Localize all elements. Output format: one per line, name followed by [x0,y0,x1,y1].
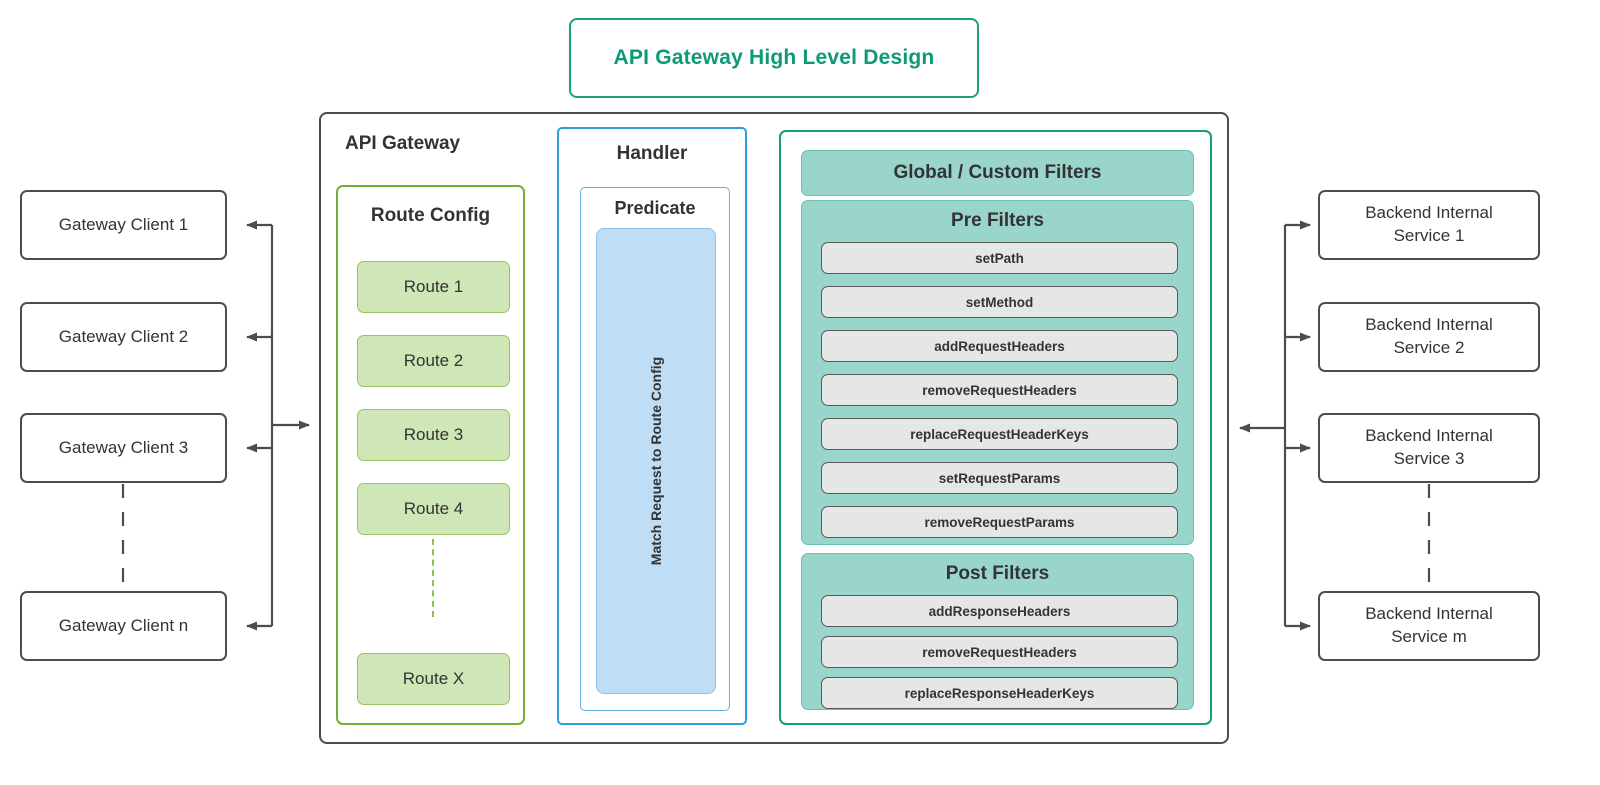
diagram-canvas: API Gateway High Level Design Gateway Cl… [0,0,1600,785]
route-item-x[interactable]: Route X [357,653,510,705]
backend-service-m[interactable]: Backend Internal Service m [1318,591,1540,661]
backend-service-3-label: Backend Internal Service 3 [1365,425,1493,471]
pre-filter-remove-request-headers-label: removeRequestHeaders [922,382,1077,398]
backend-service-1[interactable]: Backend Internal Service 1 [1318,190,1540,260]
backend-service-m-line1: Backend Internal [1365,604,1493,624]
post-filter-add-response-headers-label: addResponseHeaders [928,603,1071,619]
global-custom-filters-panel: Global / Custom Filters [801,150,1194,196]
backend-service-3-line2: Service 3 [1393,449,1465,468]
pre-filter-remove-request-params[interactable]: removeRequestParams [821,506,1178,538]
backend-service-3-line1: Backend Internal [1365,426,1493,446]
pre-filter-add-request-headers[interactable]: addRequestHeaders [821,330,1178,362]
pre-filter-replace-request-header-keys-label: replaceRequestHeaderKeys [910,426,1089,442]
handler-title: Handler [616,143,688,164]
pre-filter-add-request-headers-label: addRequestHeaders [934,338,1065,354]
route-continuation-dashed-line [432,539,434,617]
route-item-1[interactable]: Route 1 [357,261,510,313]
gateway-client-3-label: Gateway Client 3 [58,437,189,457]
post-filter-add-response-headers[interactable]: addResponseHeaders [821,595,1178,627]
predicate-title: Predicate [614,198,696,218]
predicate-match-label: Match Request to Route Config [648,356,664,566]
filters-container: Global / Custom Filters Pre Filters setP… [779,130,1212,725]
backend-service-1-line2: Service 1 [1393,226,1465,245]
pre-filter-set-request-params[interactable]: setRequestParams [821,462,1178,494]
handler-panel: Handler Predicate Match Request to Route… [557,127,747,725]
diagram-title-box: API Gateway High Level Design [569,18,979,98]
post-filters-panel: Post Filters addResponseHeaders removeRe… [801,553,1194,710]
backend-service-1-line1: Backend Internal [1365,203,1493,223]
backend-service-m-label: Backend Internal Service m [1365,603,1493,649]
backend-service-2-label: Backend Internal Service 2 [1365,314,1493,360]
backend-service-2-line2: Service 2 [1393,338,1465,357]
gateway-client-2[interactable]: Gateway Client 2 [20,302,227,372]
pre-filter-remove-request-params-label: removeRequestParams [924,514,1075,530]
pre-filter-replace-request-header-keys[interactable]: replaceRequestHeaderKeys [821,418,1178,450]
pre-filters-panel: Pre Filters setPath setMethod addRequest… [801,200,1194,545]
pre-filter-set-path[interactable]: setPath [821,242,1178,274]
gateway-client-3[interactable]: Gateway Client 3 [20,413,227,483]
route-item-2-label: Route 2 [403,351,464,370]
pre-filters-title: Pre Filters [951,210,1044,231]
route-item-4[interactable]: Route 4 [357,483,510,535]
api-gateway-label: API Gateway [345,133,461,154]
post-filter-remove-request-headers[interactable]: removeRequestHeaders [821,636,1178,668]
backend-service-1-label: Backend Internal Service 1 [1365,202,1493,248]
pre-filter-remove-request-headers[interactable]: removeRequestHeaders [821,374,1178,406]
route-item-4-label: Route 4 [403,499,464,518]
post-filter-remove-request-headers-label: removeRequestHeaders [922,644,1077,660]
backend-service-2[interactable]: Backend Internal Service 2 [1318,302,1540,372]
backend-service-2-line1: Backend Internal [1365,315,1493,335]
route-config-title: Route Config [370,205,491,226]
backend-service-3[interactable]: Backend Internal Service 3 [1318,413,1540,483]
pre-filter-set-path-label: setPath [975,250,1024,266]
route-item-x-label: Route X [402,669,465,688]
route-item-2[interactable]: Route 2 [357,335,510,387]
gateway-client-2-label: Gateway Client 2 [58,326,189,346]
route-item-3[interactable]: Route 3 [357,409,510,461]
gateway-client-n-label: Gateway Client n [58,615,189,635]
post-filters-title: Post Filters [945,563,1050,584]
predicate-panel: Predicate Match Request to Route Config [580,187,730,711]
post-filter-replace-response-header-keys-label: replaceResponseHeaderKeys [904,685,1095,701]
page-title: API Gateway High Level Design [613,46,935,69]
backend-service-m-line2: Service m [1391,627,1467,646]
route-item-3-label: Route 3 [403,425,464,444]
route-config-panel: Route Config Route 1 Route 2 Route 3 Rou… [336,185,525,725]
pre-filter-set-method-label: setMethod [965,294,1034,310]
gateway-client-n[interactable]: Gateway Client n [20,591,227,661]
post-filter-replace-response-header-keys[interactable]: replaceResponseHeaderKeys [821,677,1178,709]
route-item-1-label: Route 1 [403,277,464,296]
gateway-client-1-label: Gateway Client 1 [58,214,189,234]
pre-filter-set-request-params-label: setRequestParams [938,470,1061,486]
pre-filter-set-method[interactable]: setMethod [821,286,1178,318]
global-custom-filters-title: Global / Custom Filters [893,162,1102,183]
predicate-match-box: Match Request to Route Config [596,228,716,694]
gateway-client-1[interactable]: Gateway Client 1 [20,190,227,260]
